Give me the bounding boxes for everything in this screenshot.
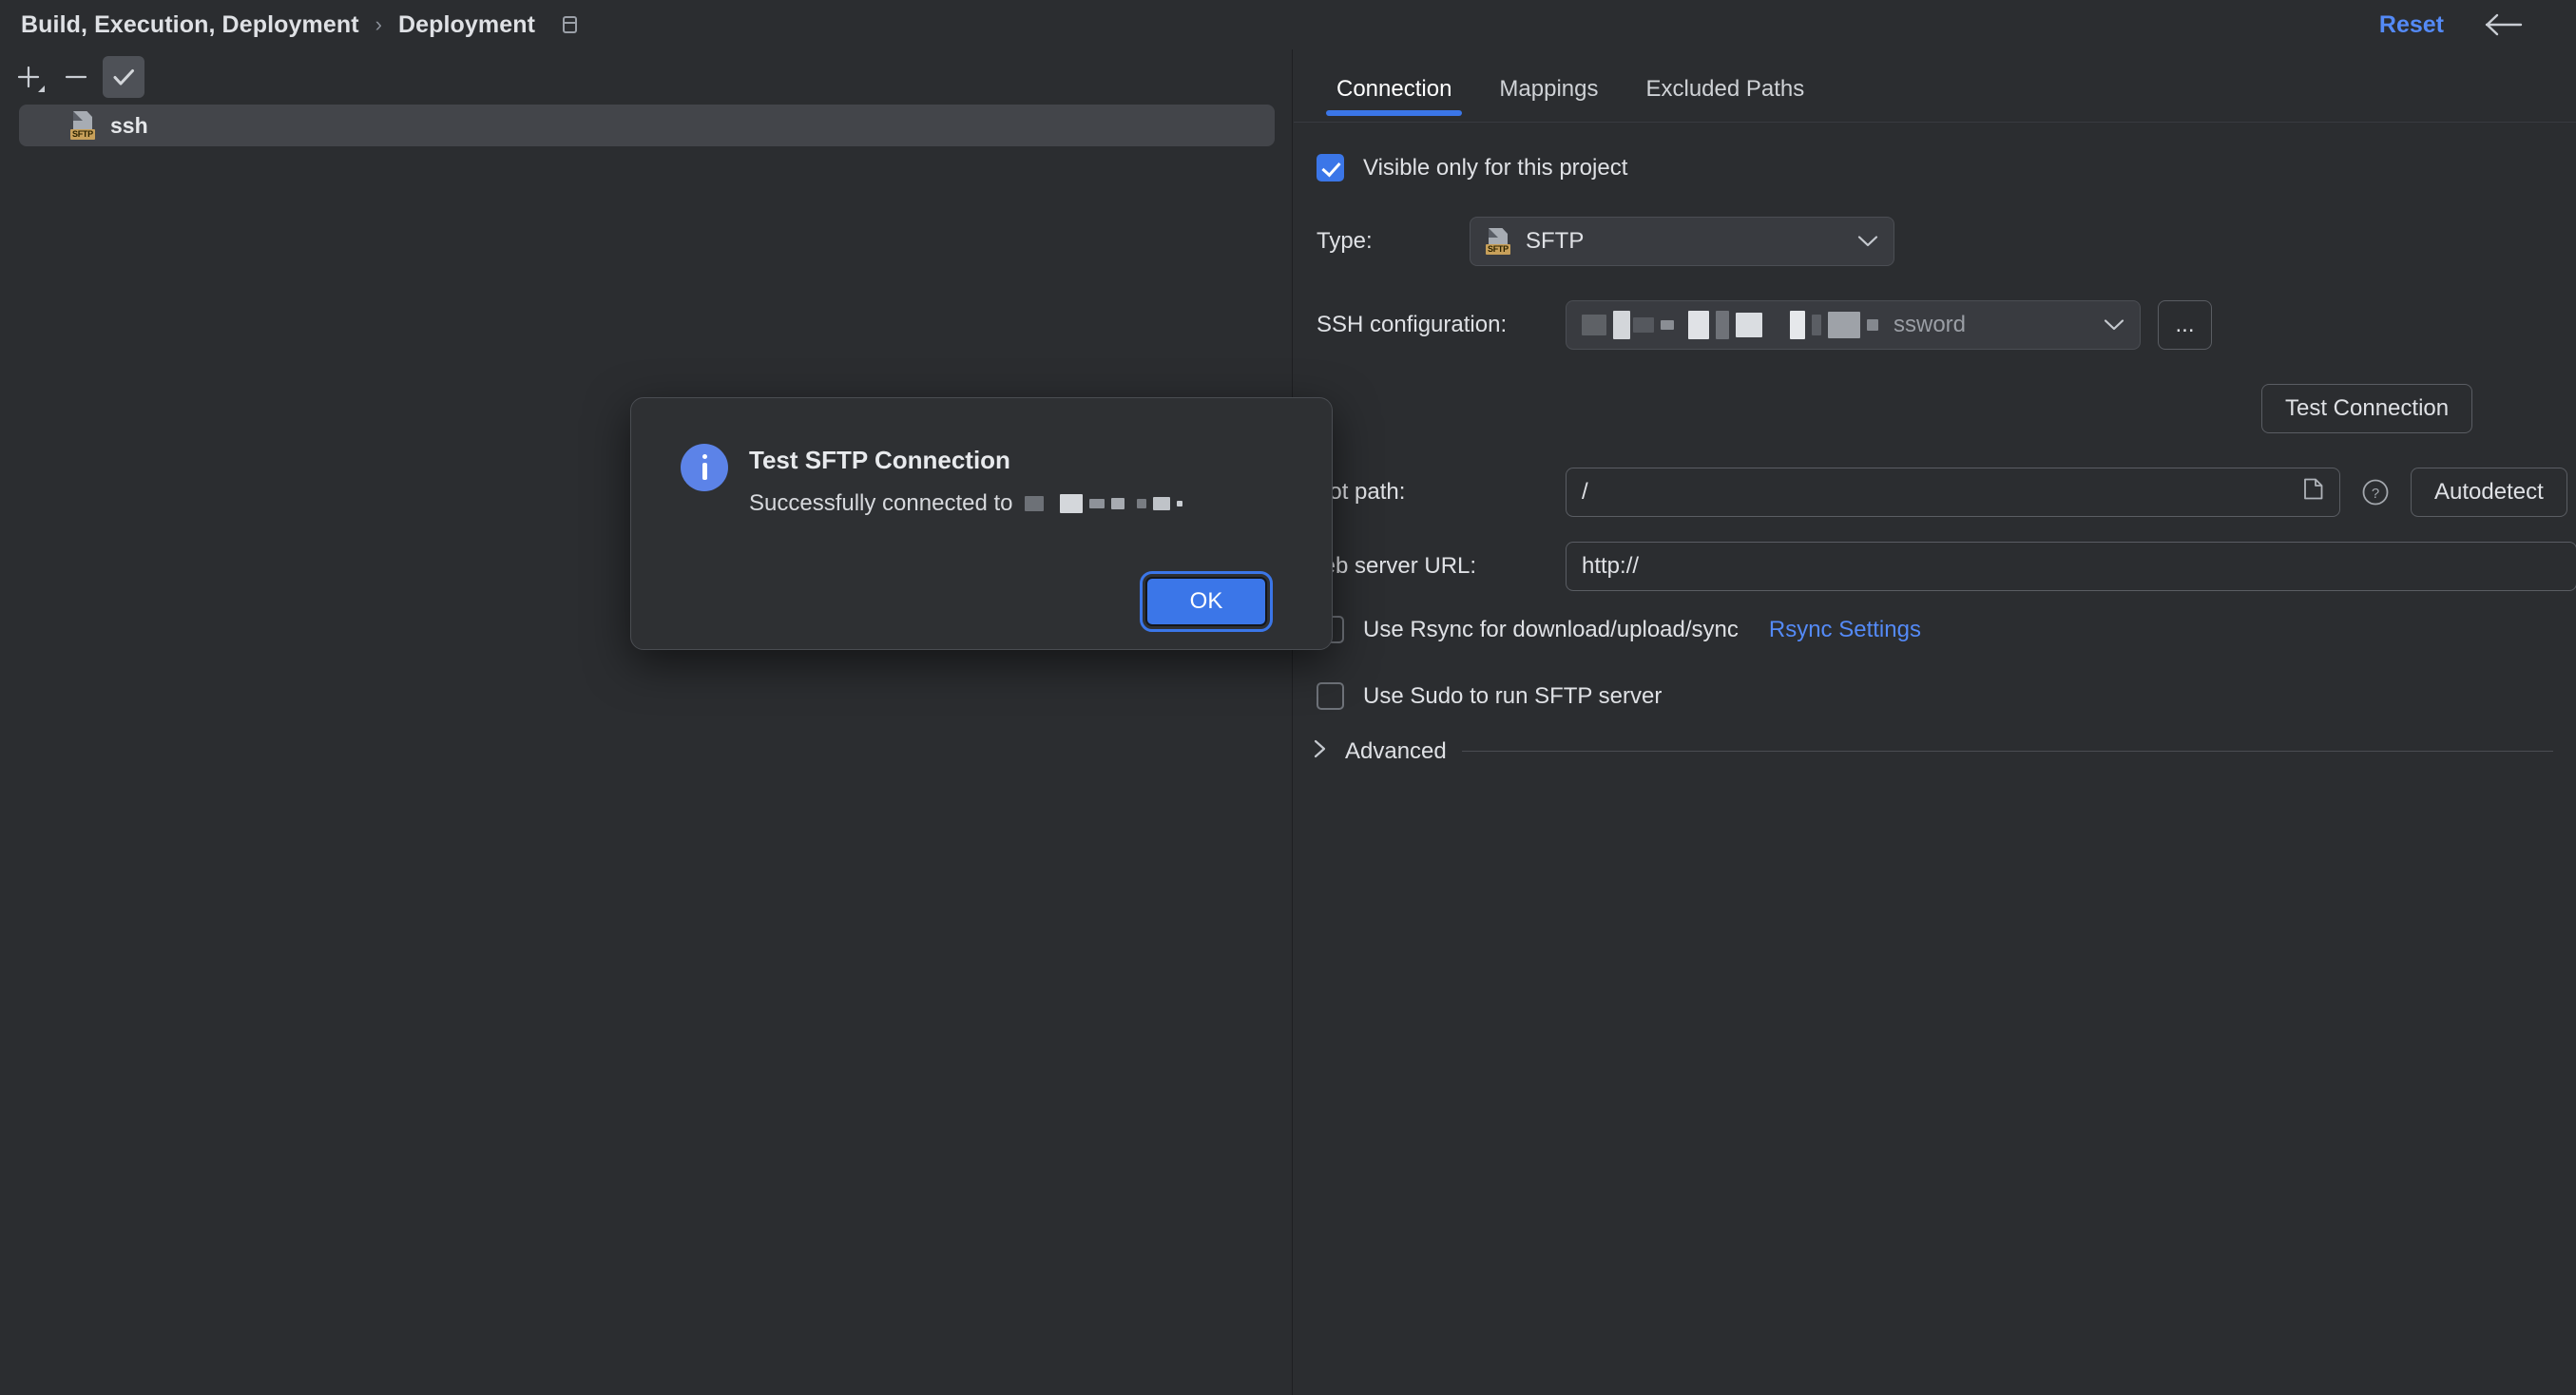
server-list: SFTP ssh: [0, 105, 1292, 1395]
dialog-message-redacted-host: [1025, 494, 1182, 513]
tab-connection[interactable]: Connection: [1313, 63, 1475, 116]
reset-button[interactable]: Reset: [2379, 0, 2444, 49]
copy-icon[interactable]: [561, 14, 580, 35]
remove-server-button[interactable]: [55, 56, 97, 98]
root-path-row: oot path: / ? Autodet: [1317, 468, 2567, 517]
window-header: Build, Execution, Deployment › Deploymen…: [0, 0, 2576, 49]
chevron-right-icon: [1311, 737, 1330, 765]
type-label: Type:: [1317, 228, 1464, 255]
type-row: Type: SFTP SFTP: [1317, 217, 1894, 266]
sftp-type-icon: SFTP: [1486, 228, 1512, 255]
test-connection-dialog: Test SFTP Connection Successfully connec…: [630, 397, 1333, 650]
type-dropdown-value: SFTP: [1526, 228, 1584, 255]
info-icon-dot: [702, 454, 707, 459]
tab-excluded-paths[interactable]: Excluded Paths: [1622, 63, 1828, 116]
arrow-left-icon[interactable]: [2481, 0, 2527, 49]
breadcrumb-item-current[interactable]: Deployment: [398, 11, 535, 39]
use-sudo-checkbox[interactable]: [1317, 682, 1344, 710]
test-connection-row: Test Connection: [2261, 384, 2472, 433]
sftp-type-icon-badge: SFTP: [1486, 244, 1510, 255]
sftp-file-icon: SFTP: [70, 111, 99, 140]
ssh-configuration-more-button[interactable]: ...: [2158, 300, 2212, 350]
ssh-configuration-value-suffix: ssword: [1894, 312, 1966, 338]
list-item[interactable]: SFTP ssh: [19, 105, 1275, 146]
root-path-input[interactable]: /: [1566, 468, 2340, 517]
use-sudo-label: Use Sudo to run SFTP server: [1363, 683, 1662, 710]
breadcrumb: Build, Execution, Deployment › Deploymen…: [21, 0, 580, 49]
add-server-button[interactable]: [8, 56, 49, 98]
web-server-url-input[interactable]: http://: [1566, 542, 2576, 591]
connection-settings-panel: Connection Mappings Excluded Paths Visib…: [1294, 49, 2576, 1395]
type-dropdown[interactable]: SFTP SFTP: [1470, 217, 1894, 266]
set-default-server-button[interactable]: [103, 56, 144, 98]
svg-text:?: ?: [2372, 486, 2379, 502]
tab-mappings[interactable]: Mappings: [1475, 63, 1622, 116]
list-item-label: ssh: [110, 113, 148, 139]
use-sudo-row: Use Sudo to run SFTP server: [1317, 682, 1662, 710]
server-list-toolbar: [0, 49, 1292, 105]
copy-icon-line: [563, 22, 577, 24]
settings-tabs: Connection Mappings Excluded Paths: [1294, 63, 1828, 122]
use-rsync-row: Use Rsync for download/upload/sync Rsync…: [1317, 616, 1921, 643]
info-icon-stem: [702, 463, 707, 480]
dialog-ok-button[interactable]: OK: [1145, 577, 1267, 626]
root-path-value: /: [1582, 479, 1588, 506]
connection-form: Visible only for this project Type: SFTP…: [1294, 122, 2576, 1395]
info-icon: [681, 444, 728, 491]
ssh-configuration-row: SSH configuration:: [1317, 300, 2212, 350]
visible-only-label: Visible only for this project: [1363, 155, 1627, 182]
dialog-title: Test SFTP Connection: [749, 446, 1010, 475]
copy-icon-box: [563, 16, 577, 33]
breadcrumb-item-root[interactable]: Build, Execution, Deployment: [21, 11, 359, 39]
question-mark-icon[interactable]: ?: [2357, 474, 2393, 510]
server-list-panel: SFTP ssh: [0, 49, 1293, 1395]
test-connection-button[interactable]: Test Connection: [2261, 384, 2472, 433]
root-path-label: oot path:: [1317, 479, 1568, 506]
settings-window: Build, Execution, Deployment › Deploymen…: [0, 0, 2576, 1395]
folder-icon[interactable]: [2301, 477, 2326, 508]
web-server-url-label: /eb server URL:: [1317, 553, 1568, 580]
web-server-url-row: /eb server URL: http://: [1317, 542, 2576, 591]
advanced-label: Advanced: [1345, 738, 1447, 765]
chevron-down-icon: [2104, 312, 2124, 338]
visible-only-row: Visible only for this project: [1317, 154, 1627, 182]
visible-only-checkbox[interactable]: [1317, 154, 1344, 182]
ssh-configuration-label: SSH configuration:: [1317, 312, 1568, 338]
chevron-down-icon: [1857, 228, 1878, 255]
rsync-settings-link[interactable]: Rsync Settings: [1769, 617, 1921, 643]
add-server-dropdown-caret: [38, 86, 45, 92]
web-server-url-value: http://: [1582, 553, 1639, 580]
advanced-separator: [1462, 751, 2553, 752]
dialog-message: Successfully connected to: [749, 490, 1182, 517]
sftp-file-icon-badge: SFTP: [70, 129, 95, 140]
ssh-configuration-dropdown[interactable]: ssword: [1566, 300, 2141, 350]
autodetect-button[interactable]: Autodetect: [2411, 468, 2567, 517]
advanced-section-header[interactable]: Advanced: [1311, 737, 2553, 765]
ssh-configuration-redacted-value: [1582, 311, 1878, 339]
dialog-message-text: Successfully connected to: [749, 490, 1013, 517]
use-rsync-label: Use Rsync for download/upload/sync: [1363, 617, 1739, 643]
breadcrumb-separator: ›: [375, 12, 382, 37]
